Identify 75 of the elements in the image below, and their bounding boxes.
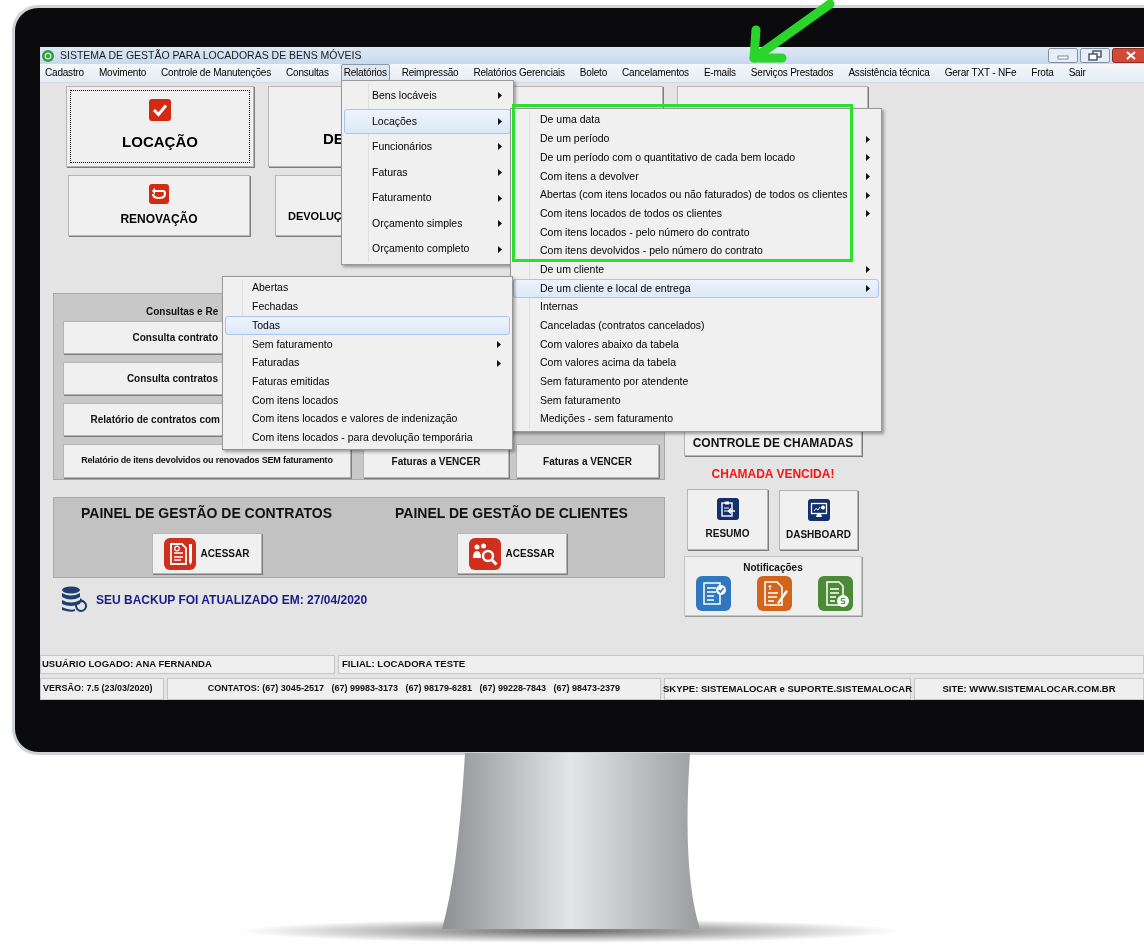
menu-item[interactable]: Cadastro	[42, 64, 87, 82]
shortcut-button[interactable]: RESUMO	[687, 489, 768, 550]
menu-item[interactable]: Orçamento completo	[344, 236, 511, 263]
menu-item[interactable]: Serviços Prestados	[747, 64, 837, 82]
menu-item[interactable]: Orçamento simples	[344, 210, 511, 237]
alert-text: CHAMADA VENCIDA!	[710, 466, 836, 483]
panel-title: Consultas e Re	[146, 305, 219, 319]
menu-item[interactable]: De um cliente e local de entrega	[513, 279, 879, 298]
clipboard-icon	[716, 498, 739, 520]
panel-title: Notificações	[742, 561, 804, 575]
checklist-icon[interactable]	[696, 576, 731, 611]
menu-item[interactable]: Sem faturamento	[225, 335, 510, 354]
menu-item[interactable]: Bens locáveis	[344, 83, 511, 109]
access-button[interactable]: ACESSAR	[456, 533, 567, 574]
menu-item[interactable]: Sair	[1065, 64, 1089, 82]
menu-item[interactable]: Canceladas (contratos cancelados)	[513, 316, 879, 336]
invoice-icon[interactable]	[818, 576, 853, 611]
menu-item[interactable]: Fechadas	[225, 297, 510, 317]
renew-icon	[149, 183, 169, 204]
database-icon	[61, 586, 87, 613]
report-button[interactable]: Consulta contratos	[63, 362, 225, 395]
menu-item[interactable]: Frota	[1028, 64, 1057, 82]
menu-item[interactable]: Abertas	[225, 279, 510, 298]
access-button[interactable]: ACESSAR	[151, 533, 262, 574]
menu-item[interactable]: E-mails	[700, 64, 739, 82]
menu-item[interactable]: Funcionários	[344, 134, 511, 160]
report-button[interactable]: Relatório de contratos com	[63, 403, 225, 436]
menu-item[interactable]: Sem faturamento	[513, 391, 879, 410]
clients-search-icon	[468, 537, 501, 570]
status-cell: FILIAL: LOCADORA TESTE	[338, 655, 1144, 674]
minimize-icon[interactable]	[1048, 48, 1078, 63]
menu-item[interactable]: Gerar TXT - NFe	[941, 64, 1020, 82]
menu-item[interactable]: Cancelamentos	[619, 64, 692, 82]
menu-item[interactable]: Locações	[344, 108, 511, 135]
menu-item[interactable]: Faturas emitidas	[225, 372, 510, 392]
report-button[interactable]: Faturas a VENCER	[516, 444, 659, 478]
menu-item[interactable]: Todas	[225, 316, 510, 336]
window-title: SISTEMA DE GESTÃO PARA LOCADORAS DE BENS MÓVEIS	[60, 47, 362, 63]
menu-item[interactable]: Movimento	[96, 64, 150, 82]
menu-item[interactable]: Assistência técnica	[845, 64, 933, 82]
menu-item[interactable]: Faturadas	[225, 353, 510, 373]
menu-item[interactable]: Com itens locados e valores de indenização	[225, 409, 510, 429]
main-button[interactable]: RENOVAÇÃO	[68, 175, 250, 236]
menu-item[interactable]: Com valores acima da tabela	[513, 353, 879, 373]
check-icon	[149, 99, 171, 122]
status-cell: VERSÃO: 7.5 (23/03/2020)	[40, 678, 164, 700]
menu-item[interactable]: Relatórios Gerenciais	[470, 64, 568, 82]
report-button[interactable]: Relatório de itens devolvidos ou renovados SEM faturamento	[63, 444, 351, 478]
menu-item[interactable]: Com itens locados	[225, 391, 510, 410]
status-cell: SKYPE: SISTEMALOCAR e SUPORTE.SISTEMALOCAR	[664, 678, 911, 700]
close-icon[interactable]	[1112, 48, 1144, 63]
menu-item[interactable]: Faturas	[344, 159, 511, 186]
contract-icon	[163, 537, 196, 570]
menu-item[interactable]: Sem faturamento por atendente	[513, 372, 879, 392]
restore-icon[interactable]	[1080, 48, 1110, 63]
menu-item[interactable]: Controle de Manutenções	[158, 64, 274, 82]
menu-item[interactable]: De um cliente	[513, 260, 879, 280]
menu-item[interactable]: Reimpressão	[398, 64, 462, 82]
menu-item[interactable]: Consultas	[283, 64, 332, 82]
menu-item[interactable]: Internas	[513, 297, 879, 317]
menu-item[interactable]: Faturamento	[344, 185, 511, 211]
menu-item[interactable]: Boleto	[576, 64, 610, 82]
shortcut-button[interactable]: DASHBOARD	[779, 490, 858, 550]
panel-title: PAINEL DE GESTÃO DE CLIENTES	[395, 504, 628, 523]
document-pen-icon[interactable]	[757, 576, 792, 611]
status-cell: SITE: WWW.SISTEMALOCAR.COM.BR	[914, 678, 1144, 700]
panel-title: PAINEL DE GESTÃO DE CONTRATOS	[81, 504, 332, 523]
app-icon	[42, 49, 54, 62]
backup-notice: SEU BACKUP FOI ATUALIZADO EM: 27/04/2020	[96, 591, 368, 609]
status-cell: USUÁRIO LOGADO: ANA FERNANDA	[40, 655, 335, 674]
report-button[interactable]: Consulta contrato	[63, 321, 225, 354]
menu-item[interactable]: Com valores abaixo da tabela	[513, 335, 879, 354]
monitor-icon	[807, 498, 830, 521]
main-button[interactable]: LOCAÇÃO	[66, 86, 254, 167]
status-cell: CONTATOS: (67) 3045-2517 (67) 99983-3173 (67) 98179-6281 (67) 99228-7843 (67) 98473-2379	[167, 678, 661, 700]
